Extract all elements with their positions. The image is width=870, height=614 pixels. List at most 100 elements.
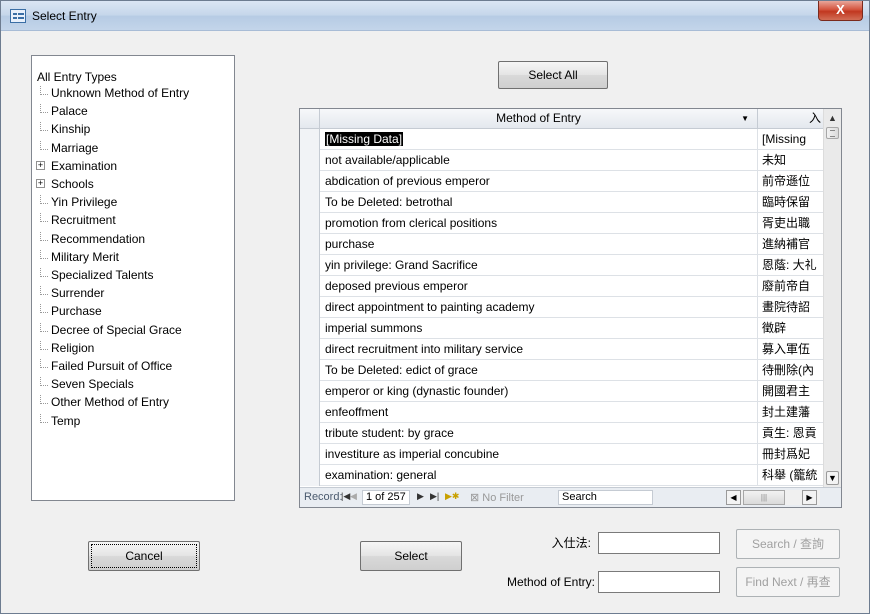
record-selector[interactable] xyxy=(300,150,320,171)
table-row[interactable]: abdication of previous emperor 前帝遜位 xyxy=(300,171,823,192)
sort-dropdown-icon[interactable]: ▼ xyxy=(741,109,749,128)
table-row[interactable]: enfeoffment 封土建藩 xyxy=(300,402,823,423)
next-record-icon[interactable]: ▶ xyxy=(417,491,424,502)
cell-chinese-entry[interactable]: 恩蔭: 大礼 xyxy=(758,255,823,276)
cell-method-of-entry[interactable]: abdication of previous emperor xyxy=(320,171,758,192)
expand-plus-icon[interactable]: + xyxy=(36,160,45,170)
cell-method-of-entry[interactable]: deposed previous emperor xyxy=(320,276,758,297)
record-selector[interactable] xyxy=(300,171,320,192)
entry-type-tree[interactable]: All Entry Types Unknown Method of Entry P… xyxy=(31,55,235,501)
table-row[interactable]: To be Deleted: edict of grace 待刪除(內 xyxy=(300,360,823,381)
table-row[interactable]: [Missing Data] [Missing xyxy=(300,129,823,150)
column-header-method-of-entry[interactable]: Method of Entry ▼ xyxy=(320,109,758,129)
table-row[interactable]: purchase 進納補官 xyxy=(300,234,823,255)
cell-method-of-entry[interactable]: tribute student: by grace xyxy=(320,423,758,444)
cell-method-of-entry[interactable]: enfeoffment xyxy=(320,402,758,423)
cell-chinese-entry[interactable]: 科舉 (籠統 xyxy=(758,465,823,486)
select-all-button[interactable]: Select All xyxy=(498,61,608,89)
record-selector[interactable] xyxy=(300,297,320,318)
table-row[interactable]: imperial summons 徵辟 xyxy=(300,318,823,339)
no-filter-button[interactable]: ⊠ No Filter xyxy=(470,491,524,504)
record-selector[interactable] xyxy=(300,318,320,339)
cell-method-of-entry[interactable]: direct appointment to painting academy xyxy=(320,297,758,318)
scrollbar-thumb[interactable] xyxy=(826,127,839,139)
table-row[interactable]: To be Deleted: betrothal 臨時保留 xyxy=(300,192,823,213)
vertical-scrollbar[interactable]: ▲ ▼ xyxy=(823,109,841,487)
cell-chinese-entry[interactable]: 進納補官 xyxy=(758,234,823,255)
cell-chinese-entry[interactable]: 胥吏出職 xyxy=(758,213,823,234)
table-row[interactable]: deposed previous emperor 廢前帝自 xyxy=(300,276,823,297)
cell-chinese-entry[interactable]: 廢前帝自 xyxy=(758,276,823,297)
scroll-up-icon[interactable]: ▲ xyxy=(826,111,839,125)
cell-method-of-entry[interactable]: not available/applicable xyxy=(320,150,758,171)
table-row[interactable]: investiture as imperial concubine 冊封爲妃 xyxy=(300,444,823,465)
title-bar[interactable]: Select Entry X xyxy=(1,1,869,31)
horizontal-scrollbar[interactable]: ◀ ||| ▶ xyxy=(726,490,820,505)
record-selector[interactable] xyxy=(300,129,320,150)
cell-method-of-entry[interactable]: To be Deleted: betrothal xyxy=(320,192,758,213)
record-selector[interactable] xyxy=(300,423,320,444)
record-selector[interactable] xyxy=(300,213,320,234)
first-record-icon[interactable]: |◀ xyxy=(341,491,350,502)
cell-method-of-entry[interactable]: yin privilege: Grand Sacrifice xyxy=(320,255,758,276)
column-header-chinese[interactable]: 入 xyxy=(758,109,823,129)
horizontal-scrollbar-thumb[interactable]: ||| xyxy=(743,490,785,505)
cell-method-of-entry[interactable]: emperor or king (dynastic founder) xyxy=(320,381,758,402)
previous-record-icon[interactable]: ◀ xyxy=(350,491,357,502)
record-selector[interactable] xyxy=(300,360,320,381)
record-selector[interactable] xyxy=(300,381,320,402)
cell-chinese-entry[interactable]: [Missing xyxy=(758,129,823,150)
cell-method-of-entry[interactable]: [Missing Data] xyxy=(320,129,758,150)
cell-chinese-entry[interactable]: 前帝遜位 xyxy=(758,171,823,192)
table-row[interactable]: yin privilege: Grand Sacrifice 恩蔭: 大礼 xyxy=(300,255,823,276)
entry-datasheet[interactable]: Method of Entry ▼ 入 [Missing Data] [Missi… xyxy=(299,108,842,508)
cell-chinese-entry[interactable]: 臨時保留 xyxy=(758,192,823,213)
entry-method-chinese-input[interactable] xyxy=(598,532,720,554)
cell-chinese-entry[interactable]: 貢生: 恩貢 xyxy=(758,423,823,444)
select-button[interactable]: Select xyxy=(360,541,462,571)
scroll-left-icon[interactable]: ◀ xyxy=(726,490,741,505)
cancel-button[interactable]: Cancel xyxy=(88,541,200,571)
cell-method-of-entry[interactable]: To be Deleted: edict of grace xyxy=(320,360,758,381)
cell-method-of-entry[interactable]: promotion from clerical positions xyxy=(320,213,758,234)
cell-method-of-entry[interactable]: examination: general xyxy=(320,465,758,486)
cell-method-of-entry[interactable]: imperial summons xyxy=(320,318,758,339)
cell-chinese-entry[interactable]: 開國君主 xyxy=(758,381,823,402)
scroll-right-icon[interactable]: ▶ xyxy=(802,490,817,505)
table-row[interactable]: direct appointment to painting academy 畫院… xyxy=(300,297,823,318)
table-row[interactable]: not available/applicable 未知 xyxy=(300,150,823,171)
record-selector[interactable] xyxy=(300,402,320,423)
method-of-entry-input[interactable] xyxy=(598,571,720,593)
search-button[interactable]: Search / 查詢 xyxy=(736,529,840,559)
record-selector[interactable] xyxy=(300,339,320,360)
table-row[interactable]: direct recruitment into military service… xyxy=(300,339,823,360)
cell-chinese-entry[interactable]: 徵辟 xyxy=(758,318,823,339)
table-row[interactable]: emperor or king (dynastic founder) 開國君主 xyxy=(300,381,823,402)
record-selector[interactable] xyxy=(300,234,320,255)
new-record-icon[interactable]: ▶✱ xyxy=(445,491,459,502)
close-button[interactable]: X xyxy=(818,1,863,21)
table-row[interactable]: tribute student: by grace 貢生: 恩貢 xyxy=(300,423,823,444)
scroll-down-icon[interactable]: ▼ xyxy=(826,471,839,485)
navbar-search-field[interactable]: Search xyxy=(558,490,653,505)
select-all-records-cell[interactable] xyxy=(300,109,320,129)
cell-chinese-entry[interactable]: 募入軍伍 xyxy=(758,339,823,360)
find-next-button[interactable]: Find Next / 再查 xyxy=(736,567,840,597)
cell-chinese-entry[interactable]: 未知 xyxy=(758,150,823,171)
expand-plus-icon[interactable]: + xyxy=(36,179,45,188)
cell-method-of-entry[interactable]: investiture as imperial concubine xyxy=(320,444,758,465)
record-selector[interactable] xyxy=(300,255,320,276)
current-record-field[interactable]: 1 of 257 xyxy=(362,490,410,505)
cell-method-of-entry[interactable]: purchase xyxy=(320,234,758,255)
tree-root-all-entry-types[interactable]: All Entry Types xyxy=(37,70,117,84)
record-selector[interactable] xyxy=(300,192,320,213)
record-selector[interactable] xyxy=(300,444,320,465)
last-record-icon[interactable]: ▶| xyxy=(430,491,439,502)
cell-chinese-entry[interactable]: 冊封爲妃 xyxy=(758,444,823,465)
cell-chinese-entry[interactable]: 待刪除(內 xyxy=(758,360,823,381)
record-selector[interactable] xyxy=(300,465,320,486)
table-row[interactable]: examination: general 科舉 (籠統 xyxy=(300,465,823,486)
table-row[interactable]: promotion from clerical positions 胥吏出職 xyxy=(300,213,823,234)
record-selector[interactable] xyxy=(300,276,320,297)
cell-chinese-entry[interactable]: 封土建藩 xyxy=(758,402,823,423)
